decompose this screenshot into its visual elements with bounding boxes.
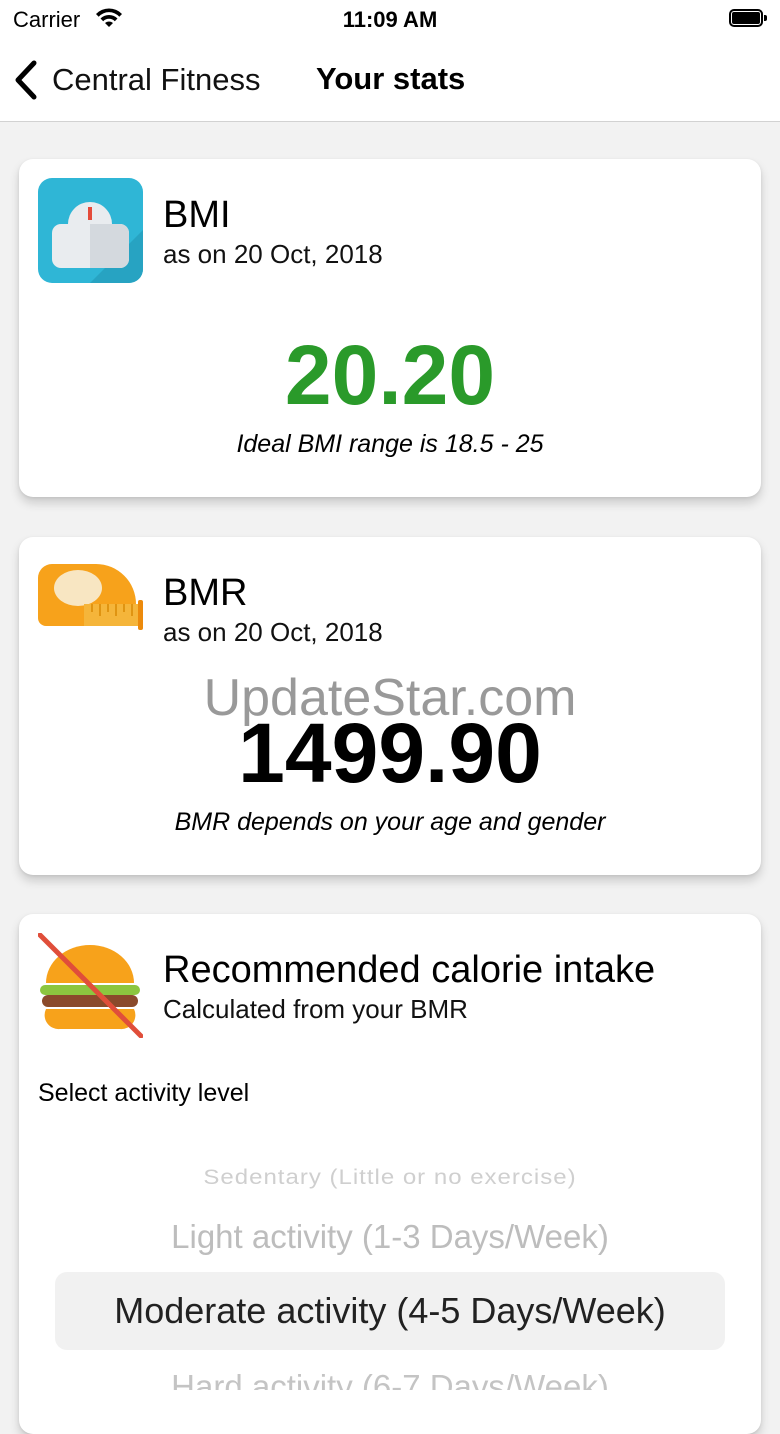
weighing-scale-icon [38,178,143,283]
status-bar: Carrier 11:09 AM [0,0,780,40]
bmi-value: 20.20 [284,328,496,422]
picker-option-moderate[interactable]: Moderate activity (4-5 Days/Week) [19,1290,761,1332]
measuring-tape-icon [38,564,143,630]
activity-level-picker[interactable]: Sedentary (Little or no exercise) Light … [19,1150,761,1390]
calorie-subtitle: Calculated from your BMR [163,994,468,1024]
no-burger-icon [38,933,143,1038]
page-title: Your stats [316,61,466,96]
status-time: 11:09 AM [342,7,438,32]
calorie-card: Recommended calorie intake Calculated fr… [19,914,761,1434]
back-button-label: Central Fitness [52,62,261,97]
bmr-date: as on 20 Oct, 2018 [163,617,383,647]
back-button[interactable]: Central Fitness [12,56,260,104]
activity-level-label: Select activity level [38,1079,250,1107]
bmr-hint: BMR depends on your age and gender [174,808,606,836]
picker-option-light[interactable]: Light activity (1-3 Days/Week) [19,1218,761,1256]
bmi-title: BMI [163,194,231,236]
bmr-title: BMR [163,572,248,614]
bmi-hint: Ideal BMI range is 18.5 - 25 [236,430,544,458]
chevron-left-icon [15,60,37,100]
battery-icon [729,9,767,27]
picker-option-sedentary[interactable]: Sedentary (Little or no exercise) [19,1166,761,1191]
bmi-date: as on 20 Oct, 2018 [163,239,383,269]
watermark-text: UpdateStar.com [203,669,577,727]
bmi-card: BMI as on 20 Oct, 2018 20.20 Ideal BMI r… [19,159,761,497]
navigation-bar: Central Fitness Your stats [0,40,780,122]
calorie-title: Recommended calorie intake [163,949,656,991]
